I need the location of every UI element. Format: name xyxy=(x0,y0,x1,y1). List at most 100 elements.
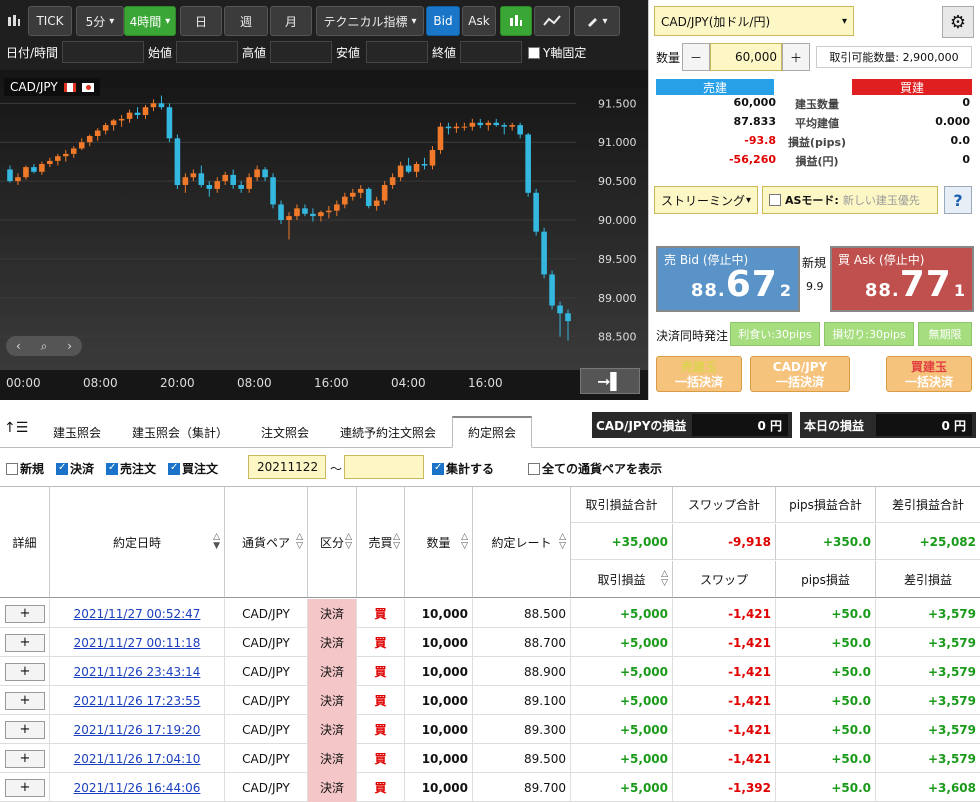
sort-menu-icon[interactable]: ↑☰ xyxy=(4,420,28,436)
open-field[interactable] xyxy=(176,41,238,63)
sort-rate-icon[interactable]: △ ▽ xyxy=(559,533,566,551)
aggregate-box[interactable] xyxy=(432,462,444,475)
interval-week-button[interactable]: 週 xyxy=(224,6,268,36)
candlestick-chart[interactable]: 91.500 91.000 90.500 90.000 89.500 89.000 88.5… xyxy=(0,70,648,370)
pips-cell: +50.0 xyxy=(776,744,876,773)
col-rate[interactable]: 約定レート △ ▽ xyxy=(473,487,571,597)
scroll-latest-button[interactable]: ➞▌ xyxy=(580,368,640,394)
interval-month-button[interactable]: 月 xyxy=(270,6,312,36)
as-mode-field[interactable]: ASモード: 新しい建玉優先 xyxy=(762,186,938,214)
scroll-right-icon[interactable]: › xyxy=(67,339,72,353)
line-chart-button[interactable] xyxy=(534,6,570,36)
datetime-field[interactable] xyxy=(62,41,144,63)
y-axis-fix-checkbox[interactable]: Y軸固定 xyxy=(528,44,586,61)
as-mode-checkbox[interactable] xyxy=(769,194,781,206)
execution-datetime-link[interactable]: 2021/11/26 23:43:14 xyxy=(74,665,201,679)
filter-buy-box[interactable] xyxy=(168,462,180,475)
aggregate-checkbox[interactable]: 集計する xyxy=(432,460,494,477)
expand-row-button[interactable]: + xyxy=(5,778,45,797)
low-field[interactable] xyxy=(366,41,428,63)
execution-datetime-link[interactable]: 2021/11/26 17:19:20 xyxy=(74,723,201,737)
quantity-minus-button[interactable]: － xyxy=(682,43,710,71)
sort-kind-icon[interactable]: △ ▽ xyxy=(345,533,352,551)
interval-4h-dropdown[interactable]: 4時間 xyxy=(124,6,176,36)
tab-continuous-orders[interactable]: 連続予約注文照会 xyxy=(332,416,444,448)
candle-body xyxy=(373,200,380,206)
filter-sell-checkbox[interactable]: 売注文 xyxy=(106,460,156,477)
bid-toggle[interactable]: Bid xyxy=(426,6,460,36)
date-to-input[interactable] xyxy=(344,455,424,479)
col-trade[interactable]: 取引損益 △ ▽ xyxy=(571,561,673,597)
ask-toggle[interactable]: Ask xyxy=(462,6,496,36)
kind-cell: 決済 xyxy=(308,686,357,715)
expand-row-button[interactable]: + xyxy=(5,633,45,652)
high-field[interactable] xyxy=(270,41,332,63)
technical-indicator-dropdown[interactable]: テクニカル指標 xyxy=(316,6,424,36)
quantity-plus-button[interactable]: ＋ xyxy=(782,43,810,71)
col-qty[interactable]: 数量 △ ▽ xyxy=(405,487,473,597)
tab-positions[interactable]: 建玉照会 xyxy=(40,416,114,448)
zoom-search-icon[interactable]: ⌕ xyxy=(41,339,48,354)
col-kind[interactable]: 区分 △ ▽ xyxy=(308,487,357,597)
candle-body xyxy=(230,174,236,185)
interval-5min-dropdown[interactable]: 5分 xyxy=(76,6,124,36)
col-pair[interactable]: 通貨ペア △ ▽ xyxy=(225,487,308,597)
tab-orders[interactable]: 注文照会 xyxy=(250,416,320,448)
execution-datetime-link[interactable]: 2021/11/27 00:52:47 xyxy=(74,607,201,621)
sort-pair-icon[interactable]: △ ▽ xyxy=(296,533,303,551)
plot-area[interactable]: 91.500 91.000 90.500 90.000 89.500 89.000 88.5… xyxy=(0,70,648,370)
expand-row-button[interactable]: + xyxy=(5,749,45,768)
currency-pair-select[interactable]: CAD/JPY(加ドル/円) xyxy=(654,6,854,36)
expand-row-button[interactable]: + xyxy=(5,604,45,623)
filter-settle-checkbox[interactable]: 決済 xyxy=(56,460,94,477)
sort-qty-icon[interactable]: △ ▽ xyxy=(461,533,468,551)
candle xyxy=(23,165,29,180)
stop-loss-button[interactable]: 損切り:30pips xyxy=(824,322,914,346)
col-datetime[interactable]: 約定日時 △ ▼ xyxy=(50,487,225,597)
execution-datetime-link[interactable]: 2021/11/26 16:44:06 xyxy=(74,781,201,795)
tab-executions[interactable]: 約定照会 xyxy=(452,416,532,448)
buy-position-settle-all-button[interactable]: 買建玉 一括決済 xyxy=(886,356,972,392)
date-from-input[interactable]: 20211122 xyxy=(248,455,326,479)
trade-pl-cell: +5,000 xyxy=(571,715,673,744)
col-side[interactable]: 売買 △ ▽ xyxy=(357,487,405,597)
candle xyxy=(469,118,476,131)
y-axis-fix-box[interactable] xyxy=(528,46,540,59)
expiry-button[interactable]: 無期限 xyxy=(918,322,972,346)
pair-settle-all-button[interactable]: CAD/JPY 一括決済 xyxy=(750,356,850,392)
candlestick-chart-button[interactable] xyxy=(500,6,532,36)
filter-new-box[interactable] xyxy=(6,462,18,475)
filter-sell-box[interactable] xyxy=(106,462,118,475)
execution-datetime-link[interactable]: 2021/11/27 00:11:18 xyxy=(74,636,201,650)
close-field[interactable] xyxy=(460,41,522,63)
take-profit-button[interactable]: 利食い:30pips xyxy=(730,322,820,346)
scroll-left-icon[interactable]: ‹ xyxy=(16,339,21,353)
expand-row-button[interactable]: + xyxy=(5,691,45,710)
buy-ask-price-button[interactable]: 買 Ask (停止中) 88.77 1 xyxy=(830,246,974,312)
tick-button[interactable]: TICK xyxy=(28,6,72,36)
filter-settle-box[interactable] xyxy=(56,462,68,475)
help-button[interactable]: ? xyxy=(944,186,972,214)
filter-buy-checkbox[interactable]: 買注文 xyxy=(168,460,218,477)
expand-row-button[interactable]: + xyxy=(5,662,45,681)
all-pairs-box[interactable] xyxy=(528,462,540,475)
candle-type-icon[interactable] xyxy=(4,6,24,36)
sort-side-icon[interactable]: △ ▽ xyxy=(393,533,400,551)
candle xyxy=(198,165,205,188)
sell-bid-price-button[interactable]: 売 Bid (停止中) 88.67 2 xyxy=(656,246,800,312)
execution-datetime-link[interactable]: 2021/11/26 17:04:10 xyxy=(74,752,201,766)
x-tick-label: 16:00 xyxy=(468,376,503,390)
sell-position-settle-all-button[interactable]: 売建玉 一括決済 xyxy=(656,356,742,392)
streaming-select[interactable]: ストリーミング xyxy=(654,186,758,214)
sort-trade-icon[interactable]: △ ▽ xyxy=(661,570,668,588)
expand-row-button[interactable]: + xyxy=(5,720,45,739)
all-pairs-checkbox[interactable]: 全ての通貨ペアを表示 xyxy=(528,460,662,477)
execution-datetime-link[interactable]: 2021/11/26 17:23:55 xyxy=(74,694,201,708)
quantity-input[interactable]: 60,000 xyxy=(710,43,782,71)
interval-day-button[interactable]: 日 xyxy=(180,6,222,36)
settings-button[interactable]: ⚙ xyxy=(942,6,974,38)
sort-datetime-icon[interactable]: △ ▼ xyxy=(213,533,220,551)
drawing-tool-dropdown[interactable] xyxy=(574,6,620,36)
filter-new-checkbox[interactable]: 新規 xyxy=(6,460,44,477)
tab-positions-summary[interactable]: 建玉照会（集計） xyxy=(124,416,236,448)
